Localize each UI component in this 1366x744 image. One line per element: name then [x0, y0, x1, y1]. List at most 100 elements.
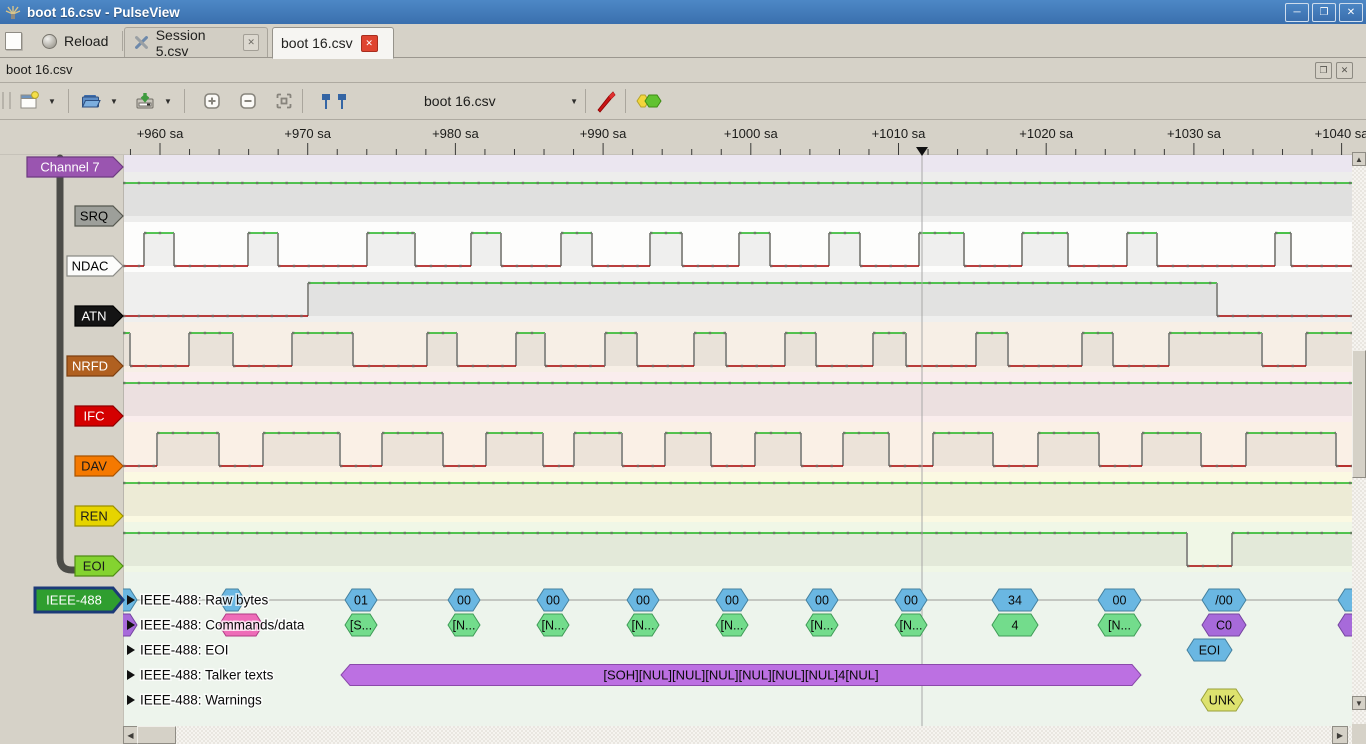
high-fill: [382, 433, 443, 466]
channel-tag-ifc[interactable]: IFC: [75, 406, 123, 426]
channel-tag-dav[interactable]: DAV: [75, 456, 123, 476]
ruler-label: +1030 sa: [1167, 126, 1222, 141]
decoder-row-label[interactable]: IEEE-488: EOI: [127, 643, 229, 658]
zoom-in-button[interactable]: [198, 88, 226, 114]
pulseview-window: boot 16.csv - PulseView ─ ❐ ✕ Reload Ses…: [0, 0, 1366, 744]
save-dropdown[interactable]: ▼: [160, 88, 176, 114]
channel-tag-text: IFC: [84, 409, 105, 424]
ruler-label: +980 sa: [432, 126, 479, 141]
channel-tag-channel-7[interactable]: Channel 7: [27, 157, 123, 177]
new-session-button[interactable]: [14, 88, 44, 114]
annotation-text: [N...: [900, 619, 923, 633]
channel-tag-atn[interactable]: ATN: [75, 306, 123, 326]
open-dropdown[interactable]: ▼: [106, 88, 122, 114]
high-fill: [123, 183, 1352, 216]
channel-tag-ieee-488[interactable]: IEEE-488: [35, 588, 123, 612]
annotation-text: 00: [546, 594, 560, 608]
title-bar[interactable]: boot 16.csv - PulseView ─ ❐ ✕: [0, 0, 1366, 24]
channel-tag-nrfd[interactable]: NRFD: [67, 356, 123, 376]
high-fill: [263, 433, 340, 466]
minimize-button[interactable]: ─: [1285, 3, 1309, 22]
close-button[interactable]: ✕: [1339, 3, 1363, 22]
decoder-row-label[interactable]: IEEE-488: Warnings: [127, 693, 262, 708]
v-scroll-thumb[interactable]: [1352, 350, 1366, 478]
new-session-dropdown[interactable]: ▼: [44, 88, 60, 114]
time-ruler[interactable]: [0, 120, 1366, 155]
zoom-fit-button[interactable]: [270, 88, 298, 114]
zoom-in-icon: [202, 91, 222, 111]
annotation-text: 00: [904, 594, 918, 608]
tab-close-icon[interactable]: ✕: [243, 34, 259, 51]
channel-tag-text: DAV: [81, 459, 107, 474]
toolbar-handle[interactable]: [2, 92, 11, 109]
high-fill: [123, 333, 130, 366]
channel-tag-text: IEEE-488: [46, 593, 102, 608]
annotation-text: 01: [354, 594, 368, 608]
high-fill: [919, 233, 964, 266]
run-probe-button[interactable]: [591, 88, 621, 114]
tab-boot-16[interactable]: boot 16.csv ✕: [272, 27, 394, 59]
reload-icon: [42, 34, 57, 49]
high-fill: [1127, 233, 1157, 266]
decoder-row-label[interactable]: IEEE-488: Talker texts: [127, 668, 274, 683]
channel-tag-srq[interactable]: SRQ: [75, 206, 123, 226]
annotation-text: C0: [1216, 619, 1232, 633]
add-decoder-button[interactable]: [631, 88, 665, 114]
waveform-ren: [123, 483, 1352, 516]
high-fill: [308, 283, 1217, 316]
window-title: boot 16.csv - PulseView: [27, 5, 180, 20]
high-fill: [1169, 333, 1262, 366]
horizontal-scrollbar[interactable]: ◀ ▶: [123, 726, 1352, 744]
channel-tag-ndac[interactable]: NDAC: [67, 256, 123, 276]
scroll-up-icon[interactable]: ▲: [1352, 152, 1366, 166]
open-file-button[interactable]: [76, 88, 106, 114]
zoom-out-button[interactable]: [234, 88, 262, 114]
decoder-row-label[interactable]: IEEE-488: Raw bytes: [127, 593, 269, 608]
high-fill: [1038, 433, 1099, 466]
ruler-labels: +960 sa+970 sa+980 sa+990 sa+1000 sa+101…: [137, 126, 1366, 141]
high-fill: [665, 433, 711, 466]
scroll-down-icon[interactable]: ▼: [1352, 696, 1366, 710]
high-fill: [123, 533, 1187, 566]
tab-separator: [122, 31, 123, 51]
zoom-fit-icon: [274, 91, 294, 111]
trigger-markers-icon: [318, 90, 350, 112]
scroll-right-icon[interactable]: ▶: [1332, 726, 1348, 744]
channel-tag-text: NRFD: [72, 359, 108, 374]
new-view-icon[interactable]: [5, 32, 22, 50]
maximize-button[interactable]: ❐: [1312, 3, 1336, 22]
reload-button[interactable]: Reload: [36, 30, 114, 52]
tab-label: boot 16.csv: [281, 35, 353, 51]
save-button[interactable]: [130, 88, 160, 114]
high-fill: [829, 233, 860, 266]
annotation-text: UNK: [1209, 694, 1236, 708]
h-scroll-thumb[interactable]: [137, 726, 176, 744]
high-fill: [739, 233, 770, 266]
h-scroll-track[interactable]: [123, 726, 1352, 744]
high-fill: [427, 333, 457, 366]
channel-band: [123, 222, 1352, 272]
high-fill: [1306, 333, 1352, 366]
annotation-text: [N...: [721, 619, 744, 633]
scroll-left-icon[interactable]: ◀: [123, 726, 138, 744]
device-selector[interactable]: boot 16.csv ▼: [412, 88, 582, 114]
open-folder-icon: [80, 90, 102, 112]
high-fill: [785, 333, 816, 366]
high-fill: [561, 233, 592, 266]
channel-tag-ren[interactable]: REN: [75, 506, 123, 526]
trigger-markers-button[interactable]: [314, 88, 354, 114]
ruler-label: +1040 sa: [1315, 126, 1366, 141]
decoder-row-label[interactable]: IEEE-488: Commands/data: [127, 618, 305, 633]
dock-title: boot 16.csv: [6, 62, 73, 77]
channel-tag-eoi[interactable]: EOI: [75, 556, 123, 576]
annotation-text: EOI: [1199, 644, 1221, 658]
tools-icon: [133, 35, 148, 51]
float-view-icon[interactable]: ❐: [1315, 62, 1332, 79]
close-view-icon[interactable]: ✕: [1336, 62, 1353, 79]
dock-header: boot 16.csv ❐ ✕: [0, 58, 1366, 83]
row-label-text: IEEE-488: Commands/data: [140, 618, 305, 633]
vertical-scrollbar[interactable]: ▲ ▼: [1352, 152, 1366, 724]
tab-close-icon[interactable]: ✕: [361, 35, 378, 52]
trace-view[interactable]: +960 sa+970 sa+980 sa+990 sa+1000 sa+101…: [0, 120, 1366, 744]
tab-session-5[interactable]: Session 5.csv ✕: [124, 27, 268, 57]
